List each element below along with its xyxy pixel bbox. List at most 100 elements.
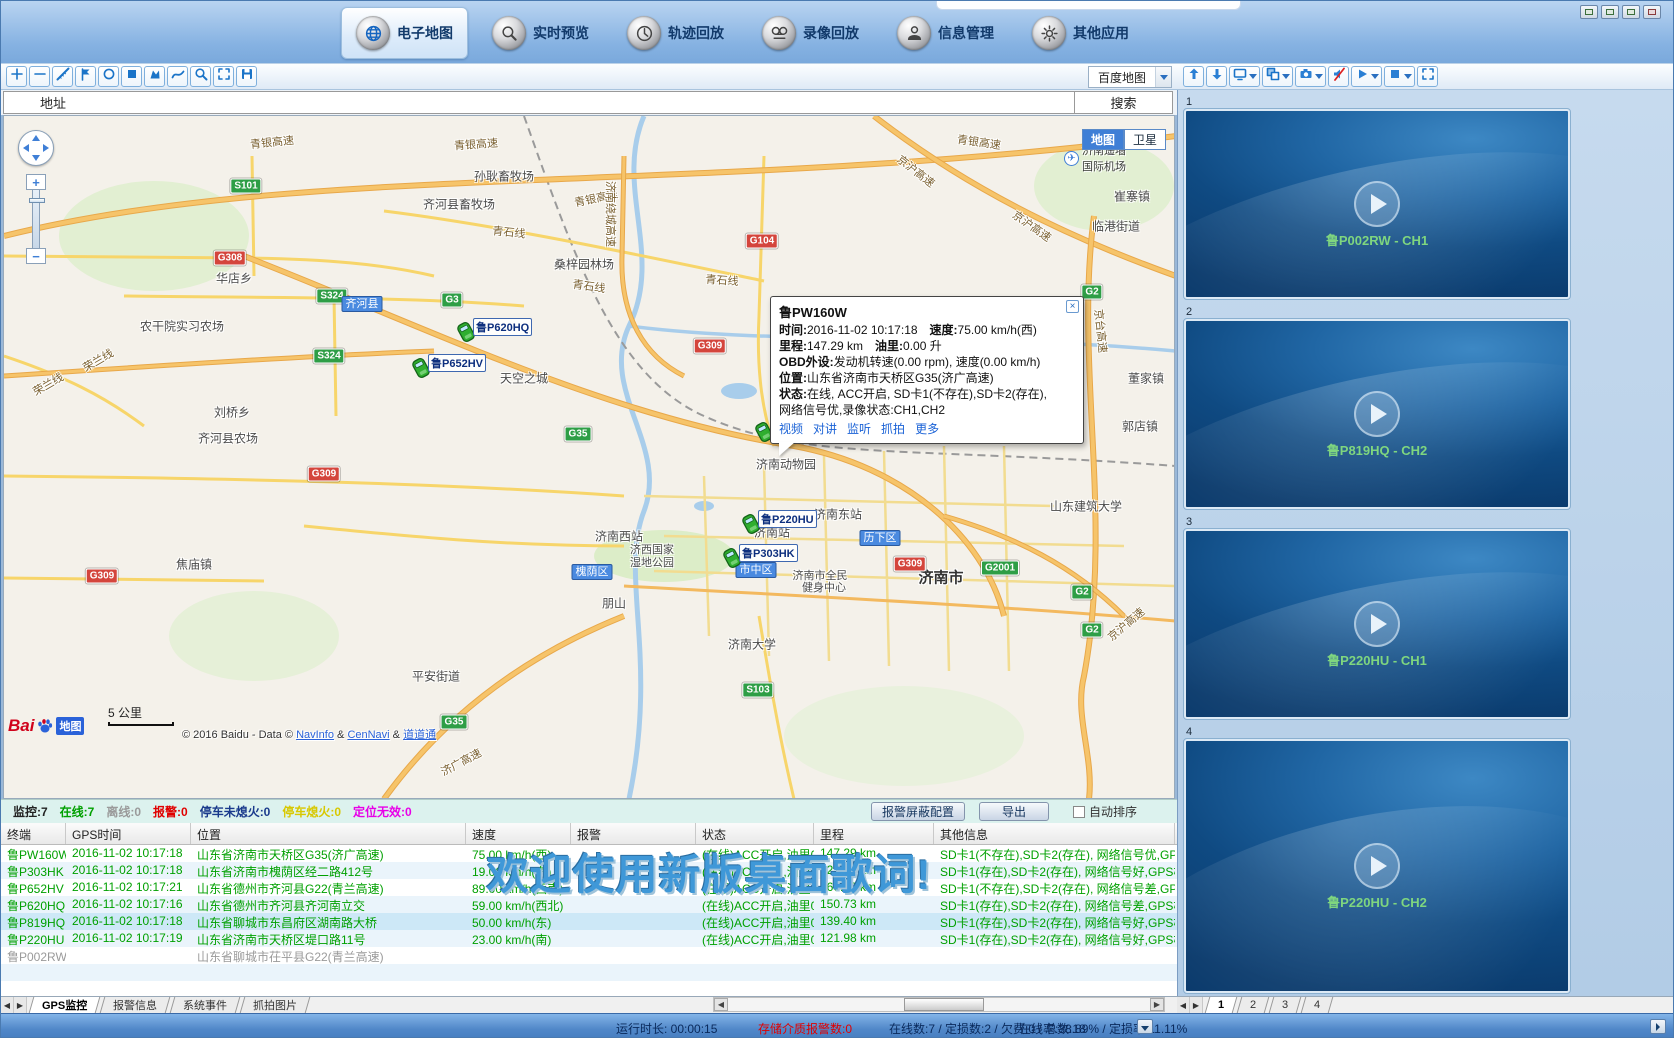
nav-tab-person[interactable]: 信息管理 bbox=[883, 7, 1008, 59]
bottom-tab-报警信息[interactable]: 报警信息 bbox=[99, 997, 171, 1013]
pan-north-icon[interactable] bbox=[32, 135, 40, 141]
pan-south-icon[interactable] bbox=[32, 155, 40, 161]
zoom-out-button[interactable]: − bbox=[26, 248, 46, 264]
chevron-down-icon[interactable] bbox=[1314, 74, 1323, 79]
video-stop-button[interactable] bbox=[1384, 66, 1415, 87]
status-expand-button[interactable] bbox=[1650, 1019, 1666, 1034]
vehicle-marker[interactable]: 鲁P620HQ bbox=[457, 318, 533, 343]
play-button[interactable] bbox=[1354, 391, 1400, 437]
tabs-scroll-left-icon[interactable]: ◀ bbox=[1, 997, 14, 1013]
video-down-button[interactable] bbox=[1206, 66, 1227, 87]
checkbox-icon[interactable] bbox=[1072, 805, 1085, 818]
panel-right-button[interactable] bbox=[1601, 5, 1619, 19]
alarm-shield-config-button[interactable]: 报警屏蔽配置 bbox=[870, 802, 965, 821]
search-button[interactable]: 搜索 bbox=[1074, 91, 1173, 114]
video-cell[interactable]: 鲁P220HU - CH1 bbox=[1183, 528, 1571, 720]
nav-tab-globe[interactable]: 电子地图 bbox=[341, 7, 468, 59]
play-button[interactable] bbox=[1354, 181, 1400, 227]
tabs-scroll-right-icon[interactable]: ▶ bbox=[14, 997, 27, 1013]
nav-tab-track[interactable]: 轨迹回放 bbox=[613, 7, 738, 59]
table-horizontal-scrollbar[interactable]: ◀ ▶ bbox=[713, 997, 1165, 1012]
map-canvas[interactable]: 青银高速 青银高速 青银高速 青银高速 京沪高速 京沪高速 京沪高速 济南绕城高速 京台高速 青石… bbox=[3, 115, 1175, 799]
video-full-button[interactable] bbox=[1417, 66, 1438, 87]
polygon-tool-button[interactable] bbox=[144, 66, 165, 87]
video-mute-button[interactable] bbox=[1328, 66, 1349, 87]
panel-left-button[interactable] bbox=[1580, 5, 1598, 19]
chevron-down-icon[interactable] bbox=[1155, 67, 1171, 87]
polyline-tool-button[interactable] bbox=[167, 66, 188, 87]
chevron-down-icon[interactable] bbox=[1248, 74, 1257, 79]
circle-tool-button[interactable] bbox=[98, 66, 119, 87]
save-tool-button[interactable] bbox=[236, 66, 257, 87]
pan-west-icon[interactable] bbox=[23, 144, 29, 152]
minus-tool-button[interactable] bbox=[29, 66, 50, 87]
nav-tab-mag[interactable]: 实时预览 bbox=[478, 7, 603, 59]
nav-tab-reel[interactable]: 录像回放 bbox=[748, 7, 873, 59]
map-view-button[interactable]: 地图 bbox=[1081, 129, 1124, 150]
video-page-tab-3[interactable]: 3 bbox=[1268, 997, 1302, 1013]
close-icon[interactable]: × bbox=[1066, 300, 1079, 313]
vehicle-marker[interactable]: 鲁PW160W bbox=[755, 418, 835, 443]
pan-east-icon[interactable] bbox=[43, 144, 49, 152]
vehicle-marker[interactable]: 鲁P652HV bbox=[412, 354, 486, 379]
export-button[interactable]: 导出 bbox=[978, 802, 1049, 821]
popup-link-对讲[interactable]: 对讲 bbox=[813, 422, 837, 436]
video-page-tab-4[interactable]: 4 bbox=[1301, 997, 1334, 1013]
scroll-right-icon[interactable]: ▶ bbox=[1150, 998, 1164, 1011]
plus-tool-button[interactable] bbox=[6, 66, 27, 87]
chevron-down-icon[interactable] bbox=[1370, 74, 1379, 79]
map-label: 齐河县农场 bbox=[197, 431, 259, 446]
popup-link-监听[interactable]: 监听 bbox=[847, 422, 871, 436]
bottom-tab-系统事件[interactable]: 系统事件 bbox=[169, 997, 241, 1013]
popup-link-更多[interactable]: 更多 bbox=[915, 422, 939, 436]
square-tool-button[interactable] bbox=[121, 66, 142, 87]
zoom-thumb[interactable] bbox=[29, 198, 45, 203]
map-source-select[interactable]: 百度地图 bbox=[1088, 66, 1172, 88]
popup-link-抓拍[interactable]: 抓拍 bbox=[881, 422, 905, 436]
chevron-down-icon[interactable] bbox=[1403, 74, 1412, 79]
column-header[interactable]: 终端 bbox=[1, 823, 66, 844]
video-cell[interactable]: 鲁P002RW - CH1 bbox=[1183, 108, 1571, 300]
nav-tab-gear[interactable]: 其他应用 bbox=[1018, 7, 1143, 59]
video-camera-button[interactable] bbox=[1295, 66, 1326, 87]
flag-tool-button[interactable] bbox=[75, 66, 96, 87]
map-zoom-slider[interactable]: + − bbox=[26, 174, 46, 264]
video-page-tab-2[interactable]: 2 bbox=[1236, 997, 1270, 1013]
auto-sort-checkbox[interactable]: 自动排序 bbox=[1072, 803, 1137, 820]
scrollbar-thumb[interactable] bbox=[904, 998, 984, 1011]
video-cell[interactable]: 鲁P220HU - CH2 bbox=[1183, 738, 1571, 994]
map-pan-control[interactable] bbox=[18, 130, 54, 166]
video-tabs-left-icon[interactable]: ◀ bbox=[1177, 997, 1190, 1013]
video-cell[interactable]: 鲁P819HQ - CH2 bbox=[1183, 318, 1571, 510]
bottom-tab-GPS监控[interactable]: GPS监控 bbox=[28, 997, 101, 1013]
play-button[interactable] bbox=[1354, 601, 1400, 647]
video-layout-button[interactable] bbox=[1262, 66, 1293, 87]
zoom-in-button[interactable]: + bbox=[26, 174, 46, 190]
video-tabs-right-icon[interactable]: ▶ bbox=[1190, 997, 1203, 1013]
video-monitor-button[interactable] bbox=[1229, 66, 1260, 87]
panel-bottom-button[interactable] bbox=[1622, 5, 1640, 19]
video-play-button[interactable] bbox=[1351, 66, 1382, 87]
table-row[interactable]: 鲁P220HU 2016-11-02 10:17:19 山东省济南市天桥区堤口路11… bbox=[1, 930, 1177, 947]
close-button[interactable] bbox=[1643, 5, 1661, 19]
video-page-tab-1[interactable]: 1 bbox=[1204, 997, 1238, 1013]
bottom-tab-抓拍图片[interactable]: 抓拍图片 bbox=[239, 997, 311, 1013]
expand-tool-button[interactable] bbox=[213, 66, 234, 87]
magnifier-tool-button[interactable] bbox=[190, 66, 211, 87]
table-row[interactable]: 鲁P819HQ 2016-11-02 10:17:18 山东省聊城市东昌府区湖南路大… bbox=[1, 913, 1177, 930]
vehicle-marker[interactable]: 鲁P303HK bbox=[723, 544, 798, 569]
address-input[interactable] bbox=[102, 91, 1075, 114]
status-dropdown-button[interactable] bbox=[1137, 1019, 1153, 1034]
zoom-track[interactable] bbox=[29, 190, 45, 248]
table-row[interactable]: 鲁P002RW 山东省聊城市茌平县G22(青兰高速) bbox=[1, 947, 1177, 964]
chevron-down-icon[interactable] bbox=[1281, 74, 1290, 79]
vehicle-marker[interactable]: 鲁P220HU bbox=[742, 510, 817, 535]
scroll-left-icon[interactable]: ◀ bbox=[714, 998, 728, 1011]
ruler-tool-button[interactable] bbox=[52, 66, 73, 87]
popup-link-视频[interactable]: 视频 bbox=[779, 422, 803, 436]
satellite-view-button[interactable]: 卫星 bbox=[1123, 129, 1166, 150]
play-button[interactable] bbox=[1354, 843, 1400, 889]
table-cell: 2016-11-02 10:17:18 bbox=[72, 846, 183, 860]
video-up-button[interactable] bbox=[1183, 66, 1204, 87]
column-header[interactable]: GPS时间 bbox=[66, 823, 191, 844]
